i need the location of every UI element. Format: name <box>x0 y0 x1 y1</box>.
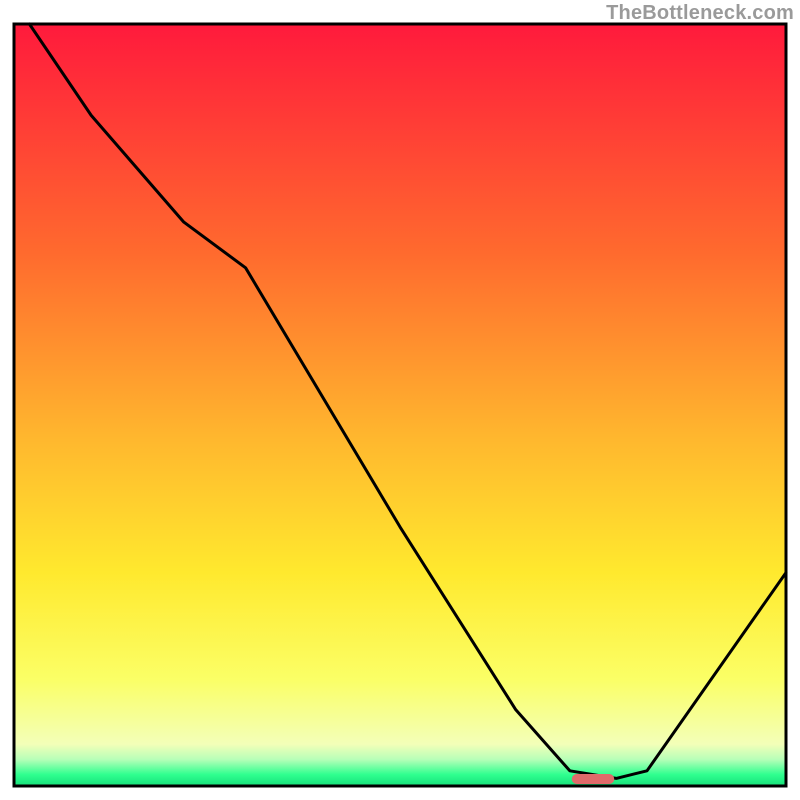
optimum-marker <box>572 774 614 784</box>
watermark-text: TheBottleneck.com <box>606 2 794 25</box>
bottleneck-chart <box>0 0 800 800</box>
chart-container: TheBottleneck.com <box>0 0 800 800</box>
plot-background <box>14 24 786 786</box>
